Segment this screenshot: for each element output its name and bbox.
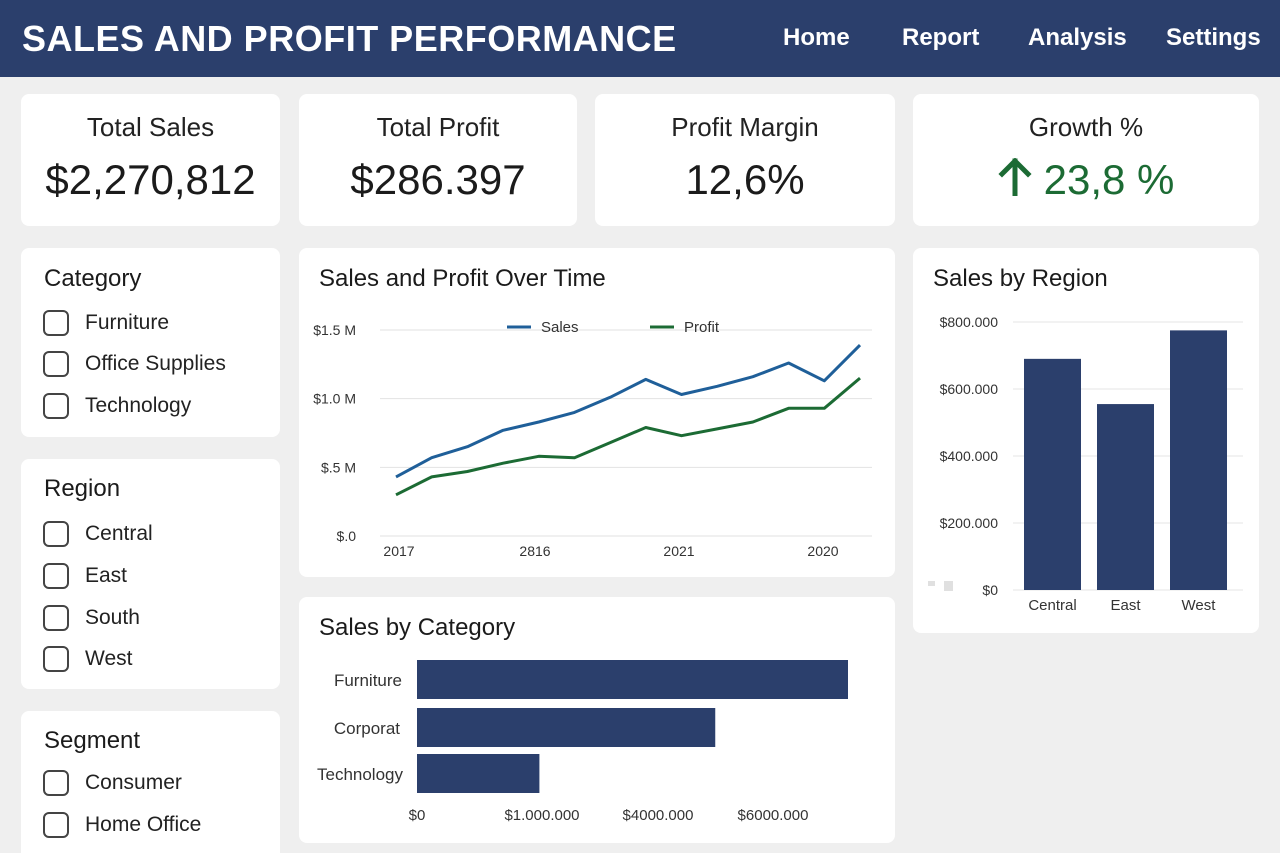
nav-settings[interactable]: Settings [1166,24,1261,52]
x-tick-label: $4000.000 [623,807,694,824]
y-tick-label: $800.000 [940,314,999,330]
option-label: West [85,647,133,670]
kpi-label: Total Sales [86,112,215,142]
x-tick-label: Central [1028,597,1076,614]
kpi-total-sales-card: Total Sales $2,270,812 [21,94,280,226]
checkbox[interactable] [43,393,69,419]
legend-mark [944,581,953,591]
kpi-value: 12,6% [685,156,805,203]
y-tick-label: $.0 [337,528,357,544]
kpi-label: Profit Margin [671,112,819,142]
segment-filter-title: Segment [44,727,141,754]
kpi-value: $2,270,812 [45,156,256,203]
category-option-office-supplies[interactable]: Office Supplies [43,350,226,378]
option-label: South [85,606,140,629]
sales-by-region-card: Sales by Region $0 $200.000 $400.000 $600.0… [913,248,1259,633]
x-tick-label: $1.000.000 [504,807,579,824]
y-tick-label: $.5 M [321,459,356,475]
kpi-value: $286.397 [350,156,526,203]
y-tick-label: $1.0 M [313,391,356,407]
checkbox[interactable] [43,646,69,672]
series-line-profit [395,376,861,497]
option-label: Home Office [85,813,202,836]
region-option-east[interactable]: East [43,562,127,590]
kpi-total-profit-card: Total Profit $286.397 [299,94,577,226]
option-label: Furniture [85,311,170,334]
hbar-chart: Furniture Corporat Technology $0 $1.000.000 $… [317,660,848,824]
nav-home[interactable]: Home [783,24,850,52]
region-filter-panel: Region Central East South West [21,459,280,689]
category-filter-title: Category [44,265,142,292]
y-tick-label: Technology [317,765,404,784]
checkbox[interactable] [43,351,69,377]
app-title: SALES AND PROFIT PERFORMANCE [22,18,677,59]
option-label: East [85,564,128,587]
x-tick-label: $0 [409,807,426,824]
bar-central [1024,358,1081,590]
bar-furniture [417,660,848,699]
option-label: Consumer [85,771,182,794]
x-tick-label: East [1110,597,1141,614]
arrow-up-icon [998,156,1032,204]
segment-option-home-office[interactable]: Home Office [43,811,201,839]
option-label: Central [85,522,153,545]
bar-east [1097,404,1154,590]
segment-filter-panel: Segment Consumer Home Office [21,711,280,853]
bar-west [1170,330,1227,590]
vbar-chart: $0 $200.000 $400.000 $600.000 $800.000 Centra… [928,314,1243,614]
region-option-central[interactable]: Central [43,520,153,548]
x-tick-label: 2020 [807,543,838,559]
category-option-technology[interactable]: Technology [43,392,191,420]
x-tick-label: 2816 [519,543,550,559]
region-filter-title: Region [44,475,121,502]
region-option-south[interactable]: South [43,604,140,632]
series-line-sales [395,344,862,479]
y-tick-label: $1.5 M [313,322,356,338]
category-option-furniture[interactable]: Furniture [43,309,169,337]
x-tick-label: West [1182,597,1217,614]
category-filter-panel: Category Furniture Office Supplies Techn… [21,248,280,437]
line-chart: $.0 $.5 M $1.0 M $1.5 M 2017 2816 2021 2020 Sale… [313,319,872,559]
legend-mark [928,581,935,586]
region-option-west[interactable]: West [43,645,132,673]
bar-technology [417,754,540,793]
y-tick-label: $400.000 [940,448,999,464]
checkbox[interactable] [43,770,69,796]
legend-label: Profit [684,319,720,336]
checkbox[interactable] [43,812,69,838]
sales-by-category-card: Sales by Category Furniture Corporat Techn… [299,597,895,843]
checkbox[interactable] [43,521,69,547]
kpi-label: Total Profit [376,112,500,142]
bar-corporat [417,708,716,747]
kpi-value-growth: 23,8 % [913,156,1259,204]
legend-label: Sales [541,319,579,336]
kpi-growth-card: Growth % 23,8 % [913,94,1259,226]
checkbox[interactable] [43,310,69,336]
y-tick-label: Corporat [334,719,400,738]
nav-report[interactable]: Report [902,24,979,52]
checkbox[interactable] [43,563,69,589]
top-bar: SALES AND PROFIT PERFORMANCE Home Report… [0,0,1280,77]
x-tick-label: 2017 [383,543,414,559]
option-label: Office Supplies [85,352,226,375]
x-tick-label: $6000.000 [738,807,809,824]
growth-value: 23,8 % [1043,156,1175,203]
y-tick-label: $600.000 [940,381,999,397]
y-tick-label: Furniture [334,671,402,690]
checkbox[interactable] [43,605,69,631]
y-tick-label: $0 [982,582,998,598]
kpi-label: Growth % [1028,112,1144,142]
segment-option-consumer[interactable]: Consumer [43,769,182,797]
option-label: Technology [85,394,192,417]
nav-analysis[interactable]: Analysis [1028,24,1127,52]
kpi-profit-margin-card: Profit Margin 12,6% [595,94,895,226]
y-tick-label: $200.000 [940,515,999,531]
x-tick-label: 2021 [663,543,694,559]
sales-profit-over-time-card: Sales and Profit Over Time $.0 $.5 M $1.0 … [299,248,895,577]
